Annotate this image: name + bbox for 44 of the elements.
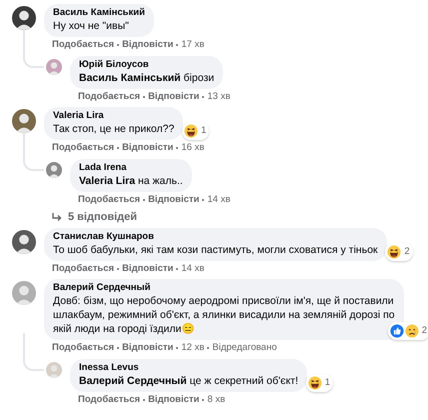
comment-time[interactable]: 14 хв: [207, 194, 230, 206]
action-link[interactable]: Відповісти: [148, 91, 200, 103]
reaction-badge[interactable]: 1: [182, 122, 210, 140]
author-name[interactable]: Valeria Lira: [53, 110, 174, 122]
action-link[interactable]: Відповісти: [122, 142, 174, 154]
comment-time[interactable]: 13 хв: [207, 91, 230, 103]
reaction-badge[interactable]: 2: [388, 322, 428, 340]
action-link[interactable]: Відповісти: [122, 342, 174, 354]
edited-label: Відредаговано: [212, 342, 277, 354]
comment-text: Василь Камінський бiрози: [79, 71, 214, 85]
comment-text: Ну хоч не "ивы": [53, 19, 130, 33]
action-link[interactable]: Подобається: [52, 263, 114, 275]
comment-text: То шоб бабульки, які там кози пастимуть, могли сховатися у тіньок: [53, 243, 378, 257]
action-link[interactable]: Подобається: [78, 394, 140, 406]
action-link[interactable]: Відповісти: [148, 194, 200, 206]
action-link[interactable]: Відповісти: [122, 39, 174, 51]
action-link[interactable]: Подобається: [52, 39, 114, 51]
reaction-count: 1: [201, 124, 206, 138]
author-name[interactable]: Станислав Кушнаров: [53, 231, 378, 243]
reaction-badge[interactable]: 2: [385, 243, 413, 261]
author-name[interactable]: Lada Irena: [79, 162, 183, 174]
action-link[interactable]: Відповісти: [122, 263, 174, 275]
action-link[interactable]: Подобається: [52, 342, 114, 354]
comment-time[interactable]: 16 хв: [181, 142, 204, 154]
reaction-count: 2: [422, 324, 427, 338]
action-link[interactable]: Відповісти: [148, 394, 200, 406]
action-link[interactable]: Подобається: [78, 194, 140, 206]
reaction-count: 1: [324, 376, 330, 390]
comment-time[interactable]: 12 хв: [181, 342, 204, 354]
comment-text: Валерий Сердечный це ж секретний об'єкт!: [79, 374, 298, 388]
action-link[interactable]: Подобається: [78, 91, 140, 103]
comment-time[interactable]: 17 хв: [181, 39, 204, 51]
reaction-count: 2: [404, 244, 410, 259]
comment-time[interactable]: 8 хв: [207, 394, 226, 406]
comment-time[interactable]: 14 хв: [181, 263, 204, 275]
author-name[interactable]: Inessa Levus: [79, 362, 298, 374]
reaction-badge[interactable]: 1: [306, 374, 334, 392]
author-name[interactable]: Юрій Білоусов: [79, 59, 214, 71]
author-name[interactable]: Валерий Сердечный: [53, 282, 395, 294]
comment-text: Так стоп, це не прикол??: [53, 122, 174, 136]
comment-text: Valeria Lira на жаль..: [79, 174, 183, 188]
more-replies-link[interactable]: 5 відповідей: [68, 210, 138, 224]
author-name[interactable]: Василь Камінський: [53, 7, 145, 19]
action-link[interactable]: Подобається: [52, 142, 114, 154]
